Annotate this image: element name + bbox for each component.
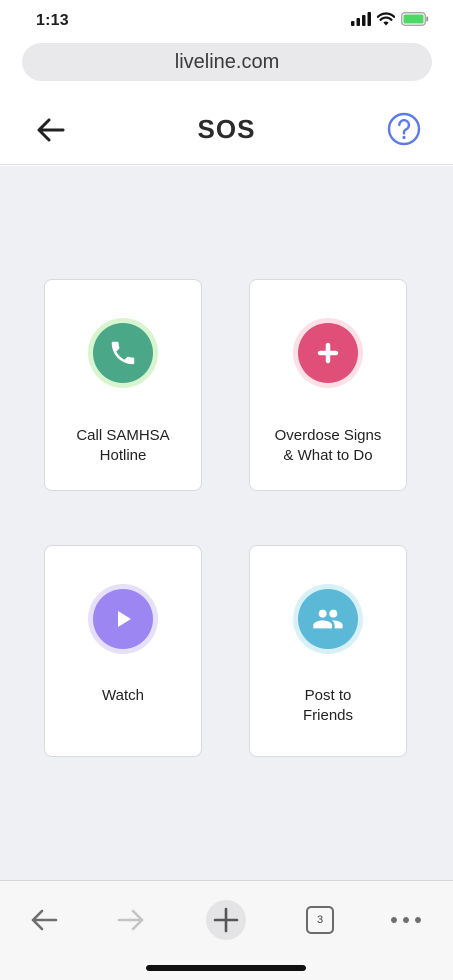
sos-options-panel: Call SAMHSA Hotline Overdose Signs & Wha… [0,166,453,880]
status-time: 1:13 [36,12,69,29]
new-tab-button[interactable] [201,895,251,945]
page-header: SOS [0,95,453,165]
card-label: Watch [102,687,144,704]
phone-icon [111,341,135,365]
more-button[interactable] [381,895,431,945]
plus-icon [317,342,339,364]
play-icon [118,611,131,627]
home-indicator [146,965,306,971]
help-button[interactable] [387,112,421,146]
page-title: SOS [197,114,256,144]
signal-icon [351,11,371,31]
group-icon [313,609,343,629]
card-label: Post to Friends [302,687,354,724]
tabs-count: 3 [316,914,324,926]
question-circle-icon [387,112,421,146]
new-tab-icon [213,907,239,933]
watch-icon-badge [88,584,158,654]
more-icon [391,917,421,923]
battery-icon [401,11,429,31]
browser-back-button[interactable] [19,895,69,945]
watch-card[interactable]: Watch [44,545,202,757]
post-to-friends-card[interactable]: Post to Friends [249,545,407,757]
back-icon [31,909,58,931]
tabs-icon: 3 [306,906,334,934]
browser-toolbar: 3 [0,880,453,980]
post-icon-badge [293,584,363,654]
wifi-icon [376,11,396,31]
card-label: Call SAMHSA Hotline [76,427,170,464]
url-text: liveline.com [174,50,280,73]
status-bar: 1:13 [0,0,453,42]
arrow-left-icon [37,118,65,142]
overdose-icon-badge [293,318,363,388]
call-samhsa-card[interactable]: Call SAMHSA Hotline [44,279,202,491]
overdose-signs-card[interactable]: Overdose Signs & What to Do [249,279,407,491]
call-icon-badge [88,318,158,388]
back-button[interactable] [34,113,68,147]
tabs-button[interactable]: 3 [295,895,345,945]
browser-forward-button[interactable] [106,895,156,945]
status-icons [351,11,429,31]
url-bar[interactable]: liveline.com [22,43,432,81]
forward-icon [117,909,144,931]
card-label: Overdose Signs & What to Do [274,427,382,464]
